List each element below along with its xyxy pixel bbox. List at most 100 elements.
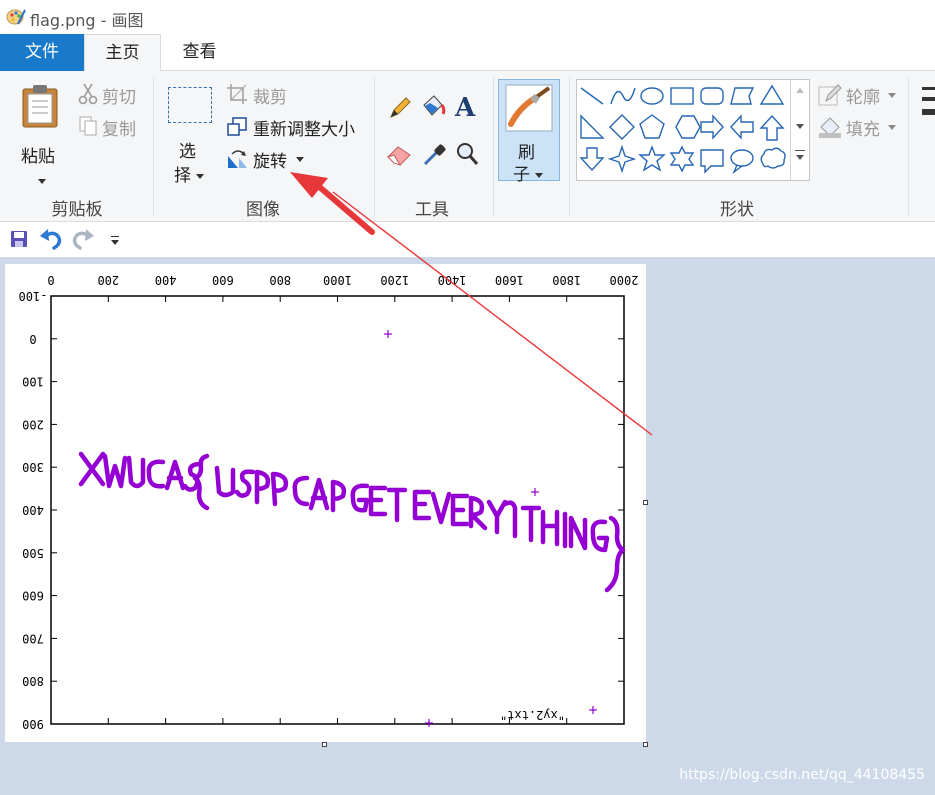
brush-icon [505,84,553,132]
resize-handle-corner[interactable] [643,742,648,747]
x-tick-label: 1200 [380,273,409,287]
x-tick-label: 1000 [323,273,352,287]
window-title: flag.png - 画图 [30,11,144,30]
flag-stroke [214,465,236,498]
tab-home[interactable]: 主页 [84,34,161,72]
flag-stroke [540,509,560,547]
triangle-shape-icon[interactable] [759,84,785,105]
customize-toolbar-icon[interactable] [110,236,120,246]
shapes-scroll-up-icon[interactable] [796,88,804,93]
rect-callout-shape-icon[interactable] [700,149,724,174]
up-arrow-shape-icon[interactable] [759,114,785,141]
tab-file[interactable]: 文件 [0,34,84,71]
six-point-star-shape-icon[interactable] [669,145,695,173]
cloud-callout-shape-icon[interactable] [760,147,786,169]
paint-app-icon[interactable] [6,7,26,27]
resize-button[interactable]: 重新调整大小 [226,115,364,140]
flag-stroke [146,459,166,489]
undo-icon[interactable] [39,228,63,250]
text-icon[interactable]: A [455,93,475,123]
flag-stroke [330,479,347,513]
fill-label: 填充 [846,120,880,140]
crop-button[interactable]: 裁剪 [226,83,302,108]
polygon-shape-icon[interactable] [730,87,755,105]
shapes-scrollbar[interactable] [790,80,809,180]
fill-button[interactable]: 填充 [818,115,898,140]
watermark: https://blog.csdn.net/qq_44108455 [679,767,925,783]
separator [493,77,494,217]
flag-stroke [450,493,470,527]
resize-handle-right[interactable] [643,500,648,505]
image-canvas[interactable]: 0 200 400 600 800 1000 1200 1400 1600 1800 2000 -10… [5,264,646,742]
x-tick-label: 0 [47,273,54,287]
right-arrow-shape-icon[interactable] [700,114,724,140]
line-size-icon [922,87,935,90]
redo-icon[interactable] [71,228,95,250]
rotate-button[interactable]: 旋转 [226,147,308,172]
select-label-line2: 择 [174,166,191,186]
hexagon-shape-icon[interactable] [675,115,701,139]
curve-shape-icon[interactable] [610,87,636,105]
copy-button[interactable]: 复制 [78,115,144,140]
line-size-icon [922,109,935,115]
outline-dropdown-icon [884,85,896,104]
select-rectangle-icon [168,87,212,123]
y-tick-label: 500 [22,546,44,560]
oval-shape-icon[interactable] [640,87,664,105]
select-dropdown-icon [192,166,204,185]
five-point-star-shape-icon[interactable] [638,145,666,172]
flag-stroke [412,489,432,521]
eraser-icon[interactable] [386,143,412,167]
flag-text-strokes [78,451,626,593]
brushes-dropdown-icon [531,165,543,184]
rectangle-shape-icon[interactable] [670,87,694,105]
x-tick-label: 200 [97,273,119,287]
pencil-icon[interactable] [388,96,412,120]
pentagon-shape-icon[interactable] [639,114,665,139]
left-arrow-shape-icon[interactable] [730,114,754,140]
y-tick-label: -100 [19,289,48,303]
magnifier-icon[interactable] [455,141,479,167]
x-tick-label: 1600 [495,273,524,287]
oval-callout-shape-icon[interactable] [730,149,754,175]
resize-handle-bottom[interactable] [322,742,327,747]
save-icon[interactable] [10,230,28,248]
paste-button[interactable]: 粘贴 [14,79,68,184]
flag-stroke [254,469,271,505]
rounded-rectangle-shape-icon[interactable] [700,87,724,105]
plot-image: 0 200 400 600 800 1000 1200 1400 1600 1800 2000-10… [19,273,639,731]
outline-pen-icon [818,84,842,106]
shapes-svg [579,84,786,175]
y-tick-label: 0 [29,332,36,346]
line-shape-icon[interactable] [580,87,604,105]
rotate-icon [228,150,247,168]
copy-label: 复制 [102,120,136,140]
separator [569,77,570,217]
ribbon: 粘贴 剪切 复制 剪贴板 选 择 裁剪 重新调整大小 旋转 图像 A 工具 刷 … [0,71,935,222]
fill-bucket-icon[interactable] [420,93,446,119]
flag-stroke [292,475,310,507]
x-tick-label: 1400 [438,273,467,287]
shapes-more-icon[interactable] [795,150,805,162]
outline-button[interactable]: 轮廓 [818,83,898,108]
select-button[interactable]: 选 择 [164,83,216,186]
flag-stroke [78,451,106,487]
diamond-shape-icon[interactable] [609,114,635,140]
separator [374,77,375,217]
right-triangle-shape-icon[interactable] [580,114,605,139]
y-tick-label: 400 [22,503,44,517]
brushes-button[interactable]: 刷 子 [498,79,560,185]
size-button[interactable] [918,87,935,127]
shapes-scroll-down-icon[interactable] [796,124,804,129]
y-tick-label: 700 [22,631,44,645]
color-picker-icon[interactable] [422,143,446,167]
copy-icon [79,116,97,136]
flag-stroke [164,459,186,491]
scissors-icon [78,83,98,105]
flag-stroke [486,499,508,535]
four-point-star-shape-icon[interactable] [607,144,637,174]
ribbon-tabs: 文件 主页 查看 [0,34,935,72]
tab-view[interactable]: 查看 [161,34,238,72]
cut-button[interactable]: 剪切 [78,83,144,108]
down-arrow-shape-icon[interactable] [579,147,605,172]
